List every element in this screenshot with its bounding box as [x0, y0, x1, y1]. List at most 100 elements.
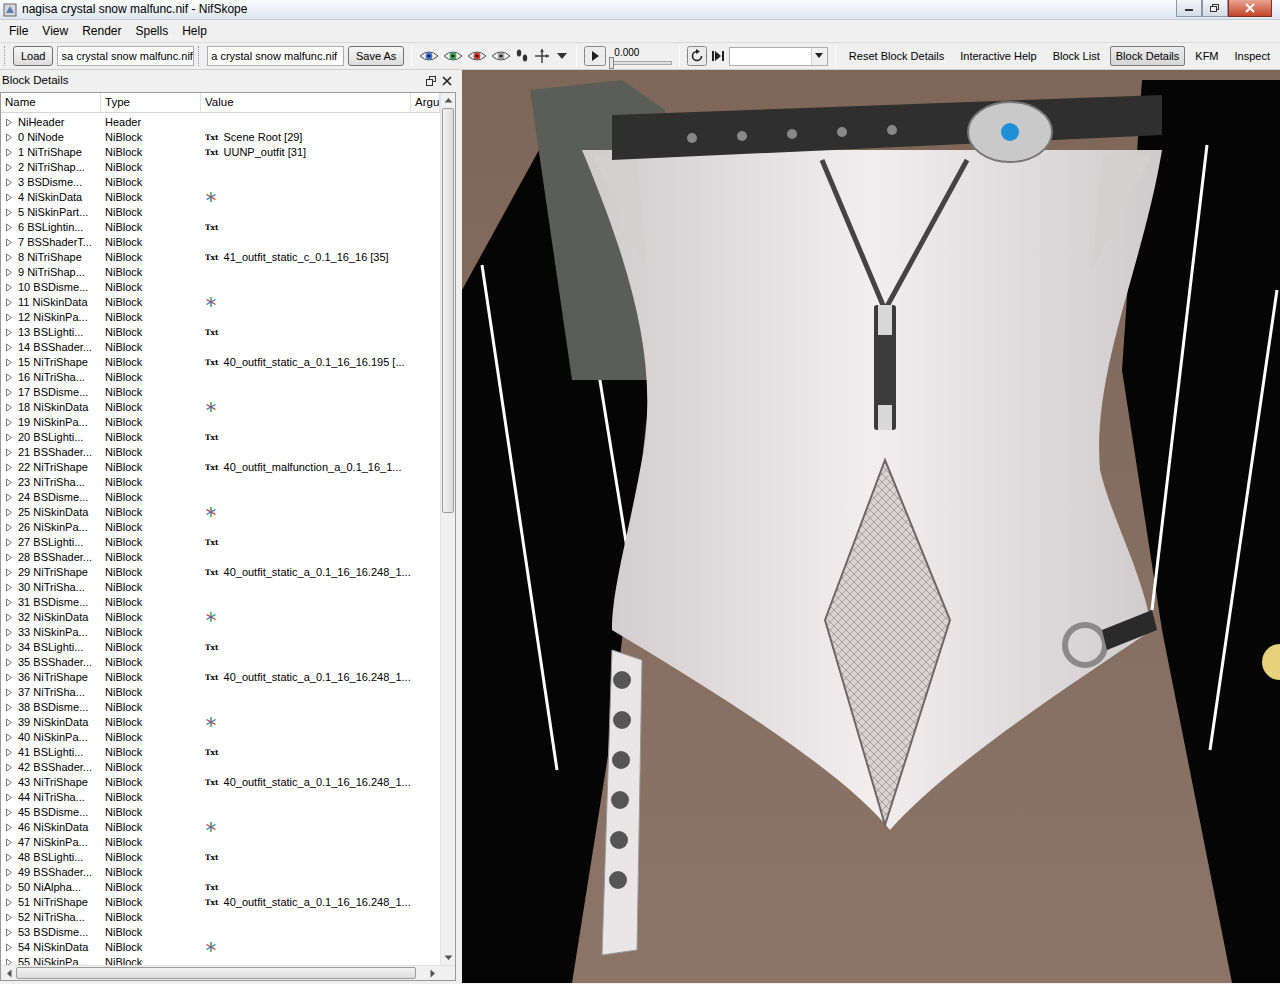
block-row[interactable]: 27 BSLighti...NiBlockTxt — [1, 535, 440, 550]
expand-arrow-icon[interactable] — [5, 733, 13, 742]
block-row[interactable]: 8 NiTriShapeNiBlockTxt41_outfit_static_c… — [1, 250, 440, 265]
expand-arrow-icon[interactable] — [5, 418, 13, 427]
expand-arrow-icon[interactable] — [5, 793, 13, 802]
horizontal-scrollbar[interactable] — [1, 965, 455, 980]
block-row[interactable]: 4 NiSkinDataNiBlock — [1, 190, 440, 205]
horizontal-scroll-track[interactable] — [416, 966, 425, 980]
expand-arrow-icon[interactable] — [5, 928, 13, 937]
expand-arrow-icon[interactable] — [5, 628, 13, 637]
block-row[interactable]: 20 BSLighti...NiBlockTxt — [1, 430, 440, 445]
block-row[interactable]: 43 NiTriShapeNiBlockTxt40_outfit_static_… — [1, 775, 440, 790]
load-file-field[interactable]: sa crystal snow malfunc.nif — [57, 46, 194, 66]
view-user-eye-icon[interactable] — [491, 49, 511, 63]
block-row[interactable]: 48 BSLighti...NiBlockTxt — [1, 850, 440, 865]
toolbar-grip[interactable] — [198, 46, 201, 66]
block-row[interactable]: 52 NiTriSha...NiBlock — [1, 910, 440, 925]
expand-arrow-icon[interactable] — [5, 388, 13, 397]
block-row[interactable]: 17 BSDisme...NiBlock — [1, 385, 440, 400]
vertical-scrollbar[interactable] — [440, 93, 455, 965]
view-front-eye-icon[interactable] — [443, 49, 463, 63]
expand-arrow-icon[interactable] — [5, 703, 13, 712]
view-top-eye-icon[interactable] — [419, 49, 439, 63]
menu-item[interactable]: Render — [75, 21, 128, 41]
save-file-field[interactable]: a crystal snow malfunc.nif — [207, 46, 344, 66]
close-dock-icon[interactable] — [442, 76, 452, 86]
scroll-up-arrow-icon[interactable] — [441, 93, 455, 108]
time-track[interactable] — [610, 61, 671, 65]
view-toggle-button[interactable]: Inspect — [1229, 46, 1276, 66]
expand-arrow-icon[interactable] — [5, 718, 13, 727]
block-row[interactable]: 50 NiAlpha...NiBlockTxt — [1, 880, 440, 895]
block-row[interactable]: 51 NiTriShapeNiBlockTxt40_outfit_static_… — [1, 895, 440, 910]
close-icon[interactable] — [1228, 0, 1272, 17]
render-viewport[interactable] — [462, 70, 1280, 983]
block-row[interactable]: 47 NiSkinPa...NiBlock — [1, 835, 440, 850]
block-row[interactable]: 49 BSShader...NiBlock — [1, 865, 440, 880]
block-row[interactable]: 19 NiSkinPa...NiBlock — [1, 415, 440, 430]
expand-arrow-icon[interactable] — [5, 883, 13, 892]
expand-arrow-icon[interactable] — [5, 808, 13, 817]
block-row[interactable]: 7 BSShaderT...NiBlock — [1, 235, 440, 250]
view-toggle-button[interactable]: Block List — [1047, 46, 1106, 66]
block-row[interactable]: 46 NiSkinDataNiBlock — [1, 820, 440, 835]
block-row[interactable]: 23 NiTriSha...NiBlock — [1, 475, 440, 490]
block-row[interactable]: 10 BSDisme...NiBlock — [1, 280, 440, 295]
block-row[interactable]: 3 BSDisme...NiBlock — [1, 175, 440, 190]
expand-arrow-icon[interactable] — [5, 778, 13, 787]
expand-arrow-icon[interactable] — [5, 898, 13, 907]
block-row[interactable]: 38 BSDisme...NiBlock — [1, 700, 440, 715]
block-row[interactable]: 6 BSLightin...NiBlockTxt — [1, 220, 440, 235]
block-row[interactable]: 36 NiTriShapeNiBlockTxt40_outfit_static_… — [1, 670, 440, 685]
block-row[interactable]: 18 NiSkinDataNiBlock — [1, 400, 440, 415]
expand-arrow-icon[interactable] — [5, 523, 13, 532]
expand-arrow-icon[interactable] — [5, 268, 13, 277]
vertical-scroll-track[interactable] — [441, 513, 455, 950]
column-header[interactable]: Argu — [411, 93, 440, 112]
block-row[interactable]: 22 NiTriShapeNiBlockTxt40_outfit_malfunc… — [1, 460, 440, 475]
expand-arrow-icon[interactable] — [5, 673, 13, 682]
block-row[interactable]: 41 BSLighti...NiBlockTxt — [1, 745, 440, 760]
view-menu-arrow-icon[interactable] — [555, 49, 569, 63]
view-toggle-button[interactable]: Block Details — [1110, 46, 1186, 66]
menu-item[interactable]: Spells — [129, 21, 176, 41]
expand-arrow-icon[interactable] — [5, 643, 13, 652]
view-side-eye-icon[interactable] — [467, 49, 487, 63]
expand-arrow-icon[interactable] — [5, 553, 13, 562]
expand-arrow-icon[interactable] — [5, 253, 13, 262]
loop-icon[interactable] — [687, 46, 707, 66]
expand-arrow-icon[interactable] — [5, 118, 13, 127]
expand-arrow-icon[interactable] — [5, 763, 13, 772]
restore-icon[interactable] — [1202, 0, 1228, 17]
view-toggle-button[interactable]: KFM — [1189, 46, 1224, 66]
expand-arrow-icon[interactable] — [5, 358, 13, 367]
expand-arrow-icon[interactable] — [5, 463, 13, 472]
expand-arrow-icon[interactable] — [5, 943, 13, 952]
block-row[interactable]: 21 BSShader...NiBlock — [1, 445, 440, 460]
expand-arrow-icon[interactable] — [5, 313, 13, 322]
block-row[interactable]: 44 NiTriSha...NiBlock — [1, 790, 440, 805]
expand-arrow-icon[interactable] — [5, 868, 13, 877]
expand-arrow-icon[interactable] — [5, 958, 13, 965]
expand-arrow-icon[interactable] — [5, 853, 13, 862]
block-row[interactable]: 24 BSDisme...NiBlock — [1, 490, 440, 505]
block-row[interactable]: NiHeaderHeader — [1, 115, 440, 130]
block-row[interactable]: 5 NiSkinPart...NiBlock — [1, 205, 440, 220]
menu-item[interactable]: Help — [175, 21, 214, 41]
minimize-icon[interactable] — [1176, 0, 1202, 17]
expand-arrow-icon[interactable] — [5, 823, 13, 832]
expand-arrow-icon[interactable] — [5, 493, 13, 502]
walk-footprints-icon[interactable] — [515, 48, 529, 64]
scroll-right-arrow-icon[interactable] — [425, 966, 440, 980]
vertical-scroll-thumb[interactable] — [442, 108, 454, 513]
expand-arrow-icon[interactable] — [5, 508, 13, 517]
block-row[interactable]: 42 BSShader...NiBlock — [1, 760, 440, 775]
load-button[interactable]: Load — [13, 46, 53, 66]
scroll-left-arrow-icon[interactable] — [1, 966, 16, 980]
view-toggle-button[interactable]: Reset Block Details — [843, 46, 950, 66]
horizontal-scroll-thumb[interactable] — [16, 967, 416, 979]
menu-item[interactable]: View — [35, 21, 75, 41]
save-as-button[interactable]: Save As — [348, 46, 404, 66]
block-row[interactable]: 25 NiSkinDataNiBlock — [1, 505, 440, 520]
expand-arrow-icon[interactable] — [5, 583, 13, 592]
time-thumb[interactable] — [609, 57, 614, 69]
